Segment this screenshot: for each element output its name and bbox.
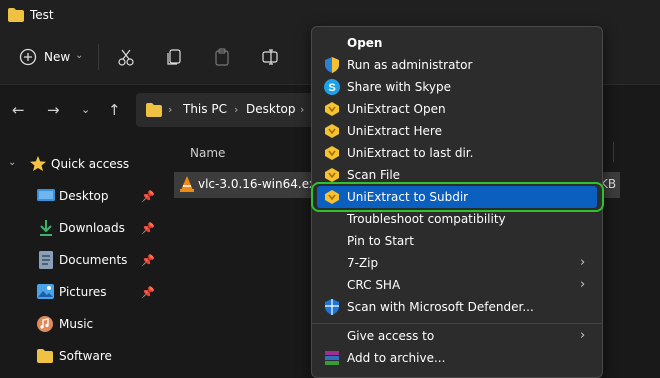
- paste-icon[interactable]: [210, 45, 234, 69]
- menu-item-label: Troubleshoot compatibility: [347, 212, 506, 226]
- menu-item-uniextract-open[interactable]: UniExtract Open: [312, 98, 602, 120]
- menu-item-open[interactable]: Open: [312, 32, 602, 54]
- sidebar-item-label: Software: [59, 349, 112, 363]
- breadcrumb-desktop[interactable]: Desktop: [246, 102, 296, 116]
- folder-icon: [8, 8, 24, 22]
- folder-icon: [146, 103, 162, 117]
- back-arrow-icon[interactable]: ←: [12, 101, 25, 119]
- star-icon: [30, 156, 46, 171]
- pin-icon[interactable]: 📌: [141, 286, 155, 299]
- toolbar-divider: [98, 44, 99, 70]
- folder-icon: [37, 349, 53, 363]
- menu-item-label: UniExtract to last dir.: [347, 146, 474, 160]
- sidebar-item-label: Documents: [59, 253, 128, 267]
- chevron-right-icon: ›: [580, 328, 586, 343]
- uniextract-icon: [325, 124, 339, 138]
- uniextract-icon: [325, 102, 339, 116]
- menu-item-add-to-archive[interactable]: Add to archive...: [312, 347, 602, 369]
- skype-icon: S: [324, 79, 340, 95]
- column-header-name[interactable]: Name: [190, 146, 225, 160]
- menu-item-label: UniExtract Here: [347, 124, 442, 138]
- menu-item-run-as-admin[interactable]: Run as administrator: [312, 54, 602, 76]
- sidebar-item-documents[interactable]: Documents 📌: [0, 246, 170, 276]
- uniextract-icon: [325, 146, 339, 160]
- menu-item-label: CRC SHA: [347, 278, 401, 292]
- rename-icon[interactable]: [258, 45, 282, 69]
- documents-icon: [39, 251, 53, 269]
- menu-item-label: Scan with Microsoft Defender...: [347, 300, 534, 314]
- menu-item-pin-to-start[interactable]: Pin to Start: [312, 230, 602, 252]
- forward-arrow-icon[interactable]: →: [47, 101, 60, 119]
- menu-item-crc-sha[interactable]: CRC SHA ›: [312, 274, 602, 296]
- sidebar-item-label: Music: [59, 317, 94, 331]
- new-button[interactable]: New: [44, 50, 70, 64]
- highlight-outline: [311, 182, 604, 212]
- sidebar-item-downloads[interactable]: Downloads 📌: [0, 214, 170, 244]
- breadcrumb-this-pc[interactable]: This PC: [183, 102, 227, 116]
- chevron-right-icon: ›: [300, 103, 305, 116]
- file-name[interactable]: vlc-3.0.16-win64.exe: [198, 177, 323, 191]
- sidebar-item-desktop[interactable]: Desktop 📌: [0, 182, 170, 212]
- sidebar-item-music[interactable]: Music: [0, 310, 170, 340]
- menu-separator: [312, 323, 602, 324]
- menu-item-label: Scan File: [347, 168, 401, 182]
- menu-item-label: Run as administrator: [347, 58, 473, 72]
- pin-icon[interactable]: 📌: [141, 254, 155, 267]
- menu-item-label: 7-Zip: [347, 256, 379, 270]
- sidebar-item-label: Pictures: [59, 285, 107, 299]
- desktop-icon: [37, 189, 55, 201]
- sidebar-item-pictures[interactable]: Pictures 📌: [0, 278, 170, 308]
- defender-icon: [325, 299, 339, 315]
- download-icon: [40, 220, 52, 236]
- chevron-right-icon: ›: [580, 277, 586, 292]
- menu-item-label: Add to archive...: [347, 351, 446, 365]
- sidebar-item-quick-access[interactable]: ⌄ Quick access: [0, 150, 170, 180]
- copy-icon[interactable]: [162, 45, 186, 69]
- menu-item-label: UniExtract Open: [347, 102, 446, 116]
- sidebar-item-label: Downloads: [59, 221, 125, 235]
- menu-item-defender-scan[interactable]: Scan with Microsoft Defender...: [312, 296, 602, 318]
- pictures-icon: [37, 284, 54, 299]
- cut-icon[interactable]: [114, 45, 138, 69]
- recent-chevron-icon[interactable]: ⌄: [81, 103, 90, 116]
- menu-item-7zip[interactable]: 7-Zip ›: [312, 252, 602, 274]
- column-divider: [613, 142, 614, 162]
- menu-item-label: Open: [347, 36, 383, 50]
- menu-item-label: Pin to Start: [347, 234, 414, 248]
- pin-icon[interactable]: 📌: [141, 222, 155, 235]
- shield-icon: [325, 57, 339, 73]
- menu-item-label: Give access to: [347, 329, 435, 343]
- chevron-right-icon: ›: [168, 103, 173, 116]
- address-bar[interactable]: › This PC › Desktop › T: [136, 93, 318, 127]
- menu-item-label: Share with Skype: [347, 80, 451, 94]
- vlc-icon: [180, 176, 194, 192]
- sidebar-item-software[interactable]: Software: [0, 342, 170, 372]
- winrar-icon: [325, 351, 339, 365]
- add-icon[interactable]: [16, 45, 40, 69]
- menu-item-share-skype[interactable]: S Share with Skype: [312, 76, 602, 98]
- chevron-down-icon[interactable]: ⌄: [8, 157, 16, 168]
- svg-text:S: S: [328, 82, 335, 94]
- pin-icon[interactable]: 📌: [141, 190, 155, 203]
- sidebar-item-label: Desktop: [59, 189, 109, 203]
- chevron-right-icon: ›: [234, 103, 239, 116]
- uniextract-icon: [325, 168, 339, 182]
- chevron-right-icon: ›: [580, 255, 586, 270]
- menu-item-give-access[interactable]: Give access to ›: [312, 325, 602, 347]
- menu-item-uniextract-last-dir[interactable]: UniExtract to last dir.: [312, 142, 602, 164]
- chevron-down-icon[interactable]: ⌄: [75, 50, 83, 61]
- menu-item-uniextract-here[interactable]: UniExtract Here: [312, 120, 602, 142]
- sidebar-item-label: Quick access: [51, 157, 130, 171]
- window-title: Test: [30, 8, 54, 22]
- music-icon: [37, 316, 53, 332]
- up-arrow-icon[interactable]: ↑: [108, 101, 121, 119]
